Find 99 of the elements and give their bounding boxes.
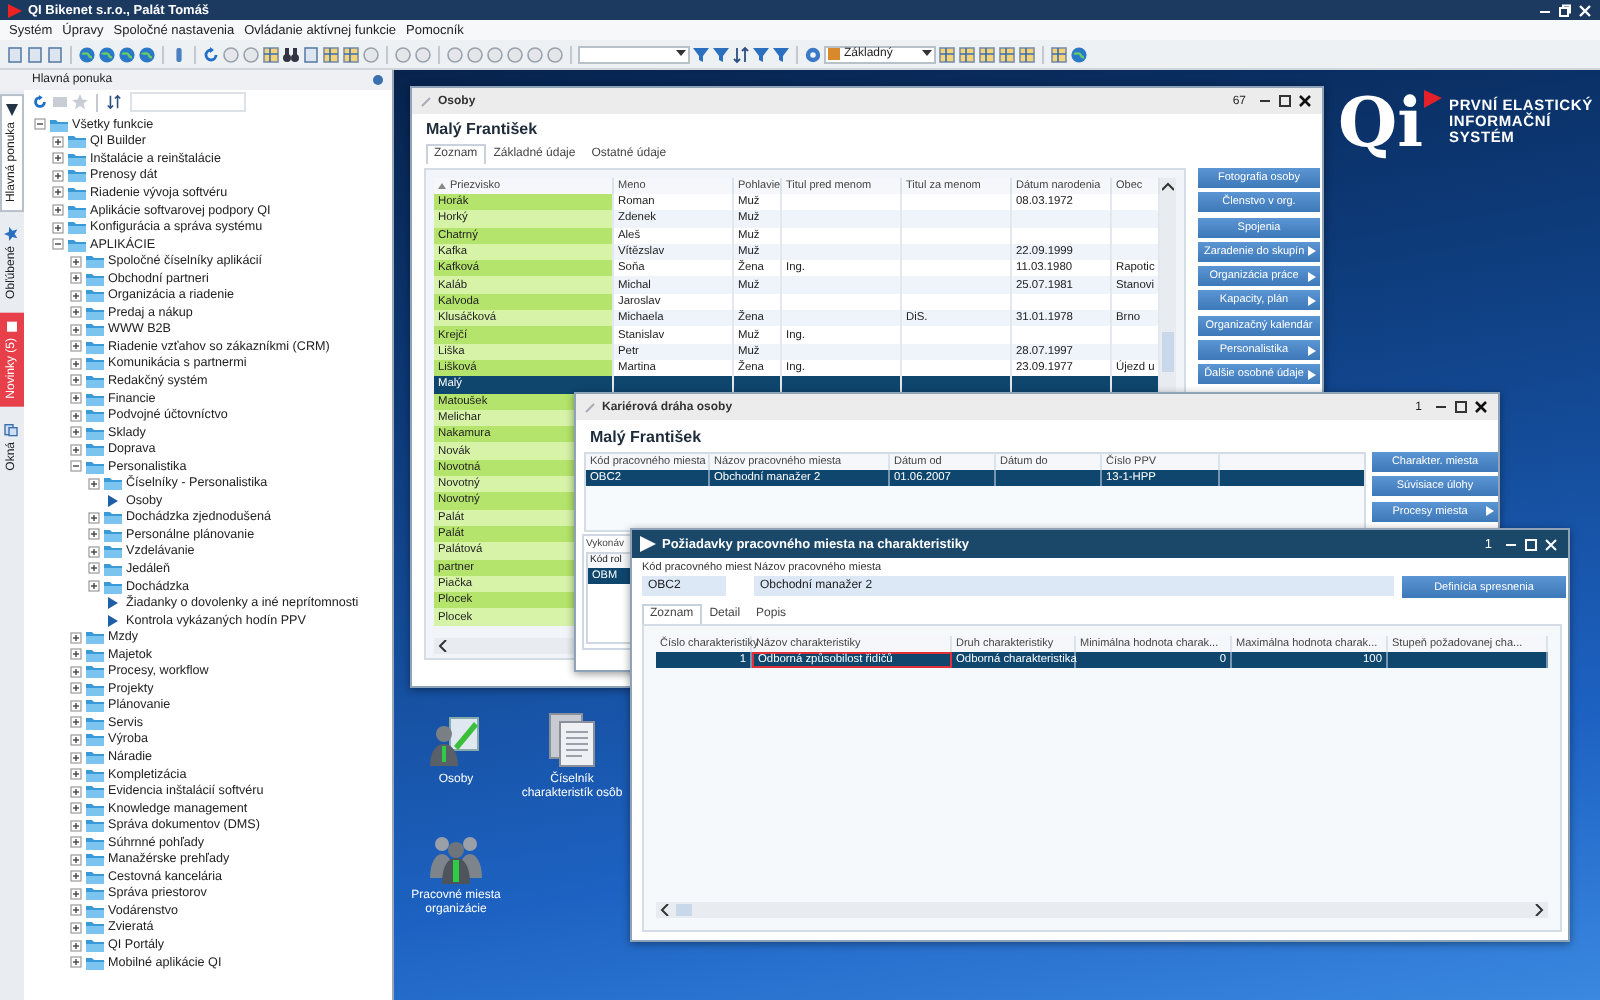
expander-icon[interactable]: [70, 255, 82, 268]
expander-icon[interactable]: [70, 819, 82, 832]
expander-icon[interactable]: [70, 836, 82, 849]
grid-icon[interactable]: [262, 45, 280, 63]
submenu-arrow-icon: [1308, 369, 1316, 380]
scrollbar[interactable]: [656, 902, 1548, 918]
expander-icon[interactable]: [70, 802, 82, 815]
expander-icon[interactable]: [70, 426, 82, 439]
folder-icon: [104, 579, 122, 594]
expander-icon[interactable]: [88, 477, 100, 490]
binoculars-icon[interactable]: [282, 45, 300, 63]
grid-icon[interactable]: [958, 45, 976, 63]
view-icon: [828, 48, 840, 60]
folder-icon: [68, 203, 86, 217]
expander-icon[interactable]: [52, 238, 64, 251]
expander-icon[interactable]: [52, 135, 64, 148]
expander-icon[interactable]: [70, 631, 82, 644]
caret-icon: [676, 50, 686, 58]
star-icon[interactable]: [72, 94, 88, 110]
grid-icon[interactable]: [322, 45, 340, 63]
expander-icon[interactable]: [88, 511, 100, 524]
expander-icon[interactable]: [70, 392, 82, 405]
submenu-arrow-icon: [1308, 295, 1316, 306]
dropdown-field[interactable]: [578, 45, 690, 63]
submenu-arrow-icon: [1308, 271, 1317, 282]
expander-icon[interactable]: [70, 665, 82, 678]
expander-icon[interactable]: [88, 562, 100, 575]
logo-mark: Qi: [1338, 86, 1424, 162]
expander-icon[interactable]: [88, 528, 100, 541]
expander-icon[interactable]: [70, 751, 82, 763]
expander-icon[interactable]: [70, 460, 82, 473]
expander-icon[interactable]: [70, 733, 82, 746]
expander-icon[interactable]: [70, 409, 82, 422]
expander-icon[interactable]: [70, 374, 82, 387]
windows-icon: [5, 421, 19, 436]
globe-icon[interactable]: [138, 45, 156, 63]
sort-icon[interactable]: [732, 45, 750, 63]
expander-icon[interactable]: [70, 785, 82, 798]
globe-icon[interactable]: [98, 45, 116, 63]
maximize-icon[interactable]: [1454, 400, 1468, 414]
submenu-arrow-icon: [1308, 246, 1317, 257]
globe-icon[interactable]: [1070, 45, 1088, 63]
grid-icon[interactable]: [998, 45, 1016, 63]
expander-icon[interactable]: [52, 152, 64, 165]
refresh-icon[interactable]: [32, 94, 48, 110]
submenu-arrow-icon: [1486, 506, 1495, 517]
grid-icon[interactable]: [342, 45, 360, 63]
scroll-thumb[interactable]: [676, 904, 692, 916]
triangle-icon: [1423, 90, 1442, 108]
close-icon[interactable]: [1298, 94, 1312, 108]
expander-icon[interactable]: [70, 956, 82, 969]
expander-icon[interactable]: [70, 443, 82, 456]
expander-icon[interactable]: [70, 887, 82, 900]
minimize-icon[interactable]: [1258, 94, 1272, 108]
expander-icon[interactable]: [52, 204, 64, 216]
record-heading: Malý František: [424, 118, 540, 138]
expander-icon[interactable]: [52, 221, 64, 234]
triangle-icon: [6, 104, 18, 116]
star-icon: [5, 226, 19, 241]
search-field[interactable]: [130, 92, 246, 112]
minimize-icon[interactable]: [1434, 400, 1448, 414]
expander-icon[interactable]: [70, 768, 82, 781]
expander-icon[interactable]: [70, 340, 82, 353]
expander-icon[interactable]: [34, 118, 46, 131]
expander-icon[interactable]: [70, 289, 82, 302]
expander-icon[interactable]: [70, 357, 82, 370]
expander-icon[interactable]: [70, 853, 82, 866]
globe-icon[interactable]: [78, 45, 96, 63]
expander-icon[interactable]: [52, 186, 64, 199]
submenu-arrow-icon: [1308, 345, 1316, 356]
expander-icon[interactable]: [70, 921, 82, 934]
grid-icon[interactable]: [1050, 45, 1068, 63]
expander-icon[interactable]: [70, 904, 82, 917]
caret-icon: [922, 50, 932, 58]
expander-icon[interactable]: [52, 169, 64, 182]
expander-icon[interactable]: [70, 682, 82, 695]
globe-icon[interactable]: [118, 45, 136, 63]
maximize-icon[interactable]: [1278, 94, 1292, 108]
expander-icon[interactable]: [70, 716, 82, 729]
refresh-icon[interactable]: [202, 45, 220, 63]
expander-icon[interactable]: [70, 939, 82, 952]
sort-icon[interactable]: [106, 94, 122, 110]
square-icon: [6, 320, 18, 333]
grid-icon[interactable]: [938, 45, 956, 63]
expander-icon[interactable]: [88, 580, 100, 593]
play-icon: [104, 493, 122, 508]
grid-icon[interactable]: [978, 45, 996, 63]
expander-icon[interactable]: [88, 545, 100, 558]
expander-icon[interactable]: [70, 648, 82, 661]
grid-icon[interactable]: [1018, 45, 1036, 63]
expander-icon[interactable]: [70, 272, 82, 285]
folder-icon: [86, 750, 104, 764]
scroll-thumb[interactable]: [1162, 332, 1174, 372]
expander-icon[interactable]: [70, 306, 82, 319]
restore-icon[interactable]: [1558, 3, 1572, 17]
expander-icon[interactable]: [70, 323, 82, 336]
expander-icon[interactable]: [70, 699, 82, 712]
close-icon[interactable]: [1474, 400, 1488, 414]
expander-icon[interactable]: [70, 870, 82, 883]
